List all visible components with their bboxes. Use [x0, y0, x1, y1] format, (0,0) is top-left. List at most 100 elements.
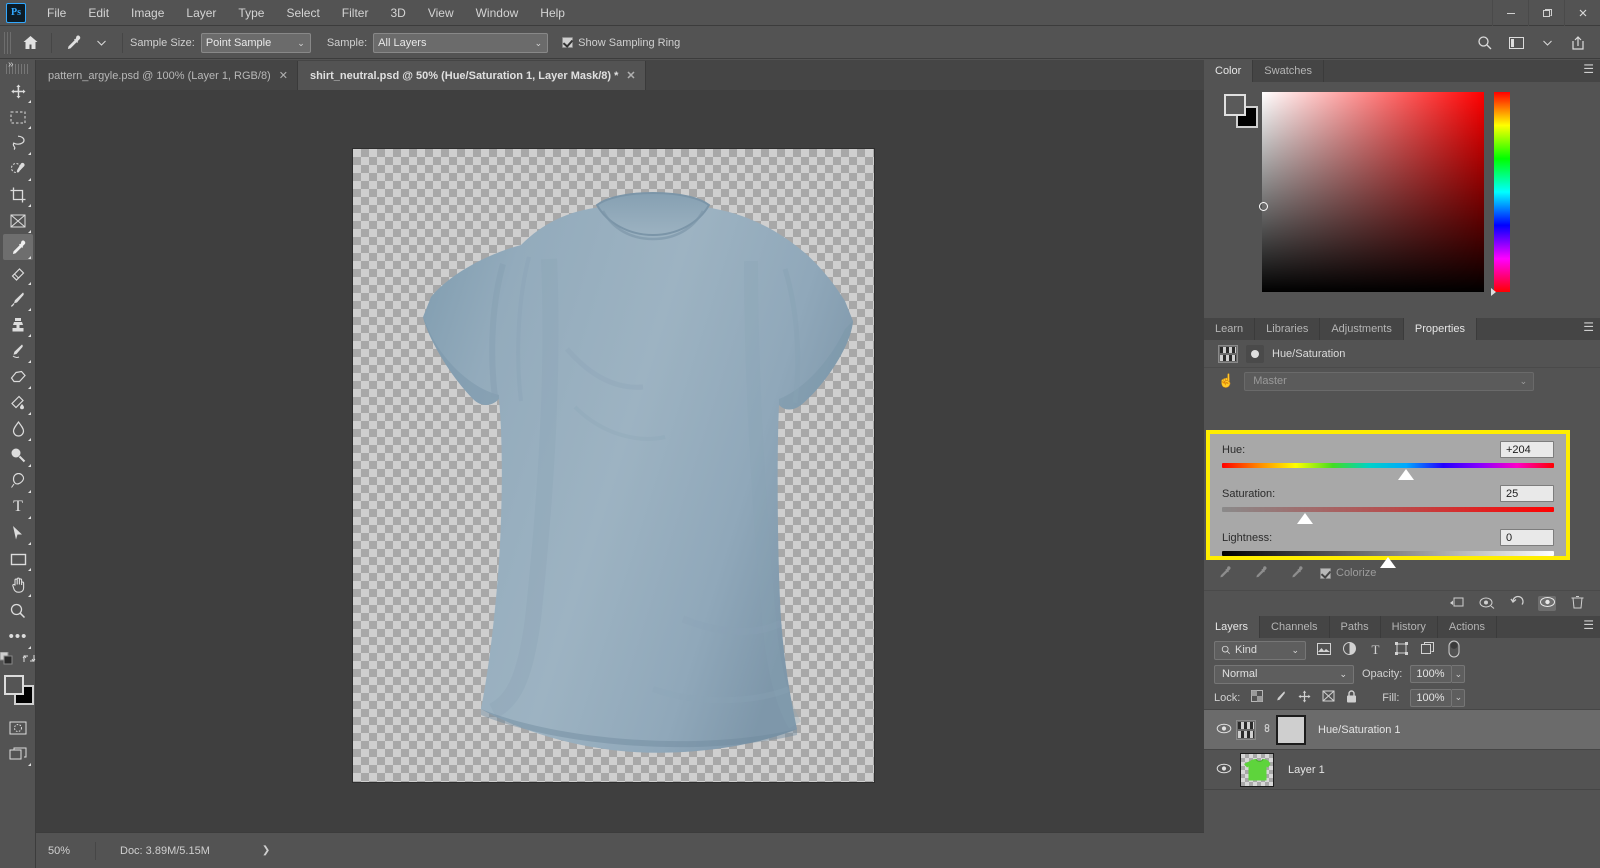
history-brush-tool[interactable]	[3, 338, 33, 364]
tab-learn[interactable]: Learn	[1204, 318, 1256, 340]
dodge-tool[interactable]	[3, 442, 33, 468]
color-field[interactable]	[1259, 92, 1484, 292]
color-panel-swatches[interactable]	[1218, 94, 1262, 134]
tool-preset-chevron-down-icon[interactable]	[87, 31, 115, 55]
color-picker-handle[interactable]	[1259, 202, 1268, 211]
zoom-level-field[interactable]: 50%	[42, 841, 96, 860]
type-filter-icon[interactable]: T	[1367, 642, 1384, 658]
filter-kind-select[interactable]: Kind ⌄	[1214, 640, 1306, 660]
minimize-button[interactable]	[1492, 0, 1528, 26]
menu-3d[interactable]: 3D	[379, 2, 416, 24]
tab-color[interactable]: Color	[1204, 60, 1254, 82]
marquee-tool[interactable]	[3, 104, 33, 130]
home-icon[interactable]	[16, 31, 44, 55]
close-icon[interactable]: ✕	[279, 69, 288, 82]
menu-help[interactable]: Help	[529, 2, 576, 24]
brush-tool[interactable]	[3, 286, 33, 312]
lightness-slider[interactable]	[1222, 549, 1554, 571]
delete-icon[interactable]	[1568, 595, 1586, 612]
blur-tool[interactable]	[3, 416, 33, 442]
path-selection-tool[interactable]	[3, 520, 33, 546]
layer-mask-icon[interactable]	[1246, 344, 1264, 363]
saturation-slider-thumb[interactable]	[1297, 513, 1313, 524]
tab-adjustments[interactable]: Adjustments	[1320, 318, 1404, 340]
maximize-button[interactable]	[1528, 0, 1564, 26]
tab-properties[interactable]: Properties	[1403, 318, 1477, 340]
pen-tool[interactable]	[3, 468, 33, 494]
tab-swatches[interactable]: Swatches	[1253, 60, 1324, 82]
workspace-icon[interactable]	[1502, 31, 1530, 55]
show-sampling-ring-checkbox[interactable]	[562, 37, 574, 48]
layer-mask-thumbnail[interactable]	[1276, 714, 1306, 745]
eraser-tool[interactable]	[3, 364, 33, 390]
toggle-mask-icon[interactable]	[1478, 596, 1496, 612]
panel-menu-icon[interactable]: ☰	[1583, 63, 1594, 75]
tab-channels[interactable]: Channels	[1260, 616, 1330, 638]
spot-healing-tool[interactable]	[3, 260, 33, 286]
tab-history[interactable]: History	[1380, 616, 1438, 638]
lock-image-icon[interactable]	[1274, 690, 1287, 706]
show-sampling-ring-row[interactable]: Show Sampling Ring	[562, 37, 686, 49]
adjustment-layer-thumbnail[interactable]	[1236, 719, 1256, 740]
status-chevron-right-icon[interactable]: ❯	[262, 845, 270, 856]
menu-view[interactable]: View	[417, 2, 465, 24]
layer-row-layer-1[interactable]: Layer 1	[1204, 750, 1600, 790]
tab-actions[interactable]: Actions	[1437, 616, 1497, 638]
gradient-tool[interactable]	[3, 390, 33, 416]
hue-strip[interactable]	[1491, 92, 1510, 296]
reset-icon[interactable]	[1508, 595, 1526, 612]
tab-layers[interactable]: Layers	[1204, 616, 1261, 638]
hue-slider-track[interactable]	[1222, 463, 1554, 468]
clip-to-layer-icon[interactable]	[1448, 595, 1466, 612]
lightness-slider-thumb[interactable]	[1380, 557, 1396, 568]
document-tab-pattern-argyle[interactable]: pattern_argyle.psd @ 100% (Layer 1, RGB/…	[36, 61, 298, 90]
channel-select[interactable]: Master ⌄	[1244, 371, 1535, 391]
clone-stamp-tool[interactable]	[3, 312, 33, 338]
panel-menu-icon[interactable]: ☰	[1583, 619, 1594, 631]
canvas-area[interactable]	[36, 90, 1204, 832]
search-icon[interactable]	[1471, 31, 1499, 55]
menu-select[interactable]: Select	[275, 2, 330, 24]
blend-mode-select[interactable]: Normal ⌄	[1214, 664, 1354, 684]
close-icon[interactable]: ✕	[626, 69, 635, 82]
preview-eye-icon[interactable]	[1538, 596, 1556, 611]
foreground-color-swatch[interactable]	[4, 675, 24, 695]
panel-menu-icon[interactable]: ☰	[1583, 321, 1594, 333]
layer-visibility-eye-icon[interactable]	[1212, 723, 1236, 737]
quick-mask-icon[interactable]	[3, 715, 33, 741]
chevron-down-icon[interactable]	[1533, 31, 1561, 55]
crop-tool[interactable]	[3, 182, 33, 208]
eyedropper-icon[interactable]	[59, 31, 87, 55]
saturation-slider[interactable]	[1222, 505, 1554, 527]
layer-thumbnail[interactable]	[1240, 752, 1274, 787]
close-button[interactable]	[1564, 0, 1600, 26]
type-tool[interactable]: T	[3, 494, 33, 520]
layer-row-hue-saturation-1[interactable]: Hue/Saturation 1	[1204, 710, 1600, 750]
filter-toggle-icon[interactable]	[1445, 640, 1462, 661]
opacity-stepper-chevron-down-icon[interactable]: ⌄	[1452, 665, 1466, 683]
move-tool[interactable]	[3, 78, 33, 104]
smart-object-filter-icon[interactable]	[1419, 642, 1436, 658]
artboard[interactable]	[353, 149, 874, 782]
hue-slider[interactable]	[1222, 461, 1554, 483]
tab-paths[interactable]: Paths	[1329, 616, 1381, 638]
lock-artboard-icon[interactable]	[1322, 690, 1335, 705]
screen-mode-icon[interactable]	[3, 741, 33, 767]
share-icon[interactable]	[1564, 31, 1592, 55]
hue-value-input[interactable]: +204	[1500, 441, 1554, 458]
lock-all-icon[interactable]	[1346, 689, 1357, 706]
frame-tool[interactable]	[3, 208, 33, 234]
menu-type[interactable]: Type	[227, 2, 275, 24]
lightness-value-input[interactable]: 0	[1500, 529, 1554, 546]
document-tab-shirt-neutral[interactable]: shirt_neutral.psd @ 50% (Hue/Saturation …	[297, 61, 646, 90]
menu-window[interactable]: Window	[465, 2, 530, 24]
link-mask-icon[interactable]	[1260, 721, 1274, 738]
on-image-adjust-icon[interactable]: ☝	[1218, 373, 1234, 389]
shape-filter-icon[interactable]	[1393, 642, 1410, 658]
rectangle-tool[interactable]	[3, 546, 33, 572]
menu-edit[interactable]: Edit	[77, 2, 120, 24]
options-bar-grip[interactable]	[4, 31, 12, 54]
fill-input[interactable]: 100%	[1410, 688, 1453, 707]
sample-select[interactable]: All Layers ⌄	[373, 32, 549, 53]
hand-tool[interactable]	[3, 572, 33, 598]
